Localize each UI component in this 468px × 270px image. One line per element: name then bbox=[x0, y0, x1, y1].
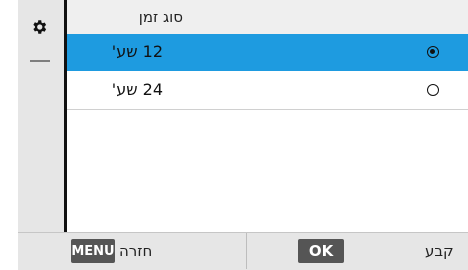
option-label: 24 שע' bbox=[111, 80, 163, 99]
menu-title: סוג זמן bbox=[138, 8, 183, 26]
secondary-tab-indicator[interactable] bbox=[30, 60, 50, 62]
gear-icon[interactable] bbox=[30, 18, 48, 36]
footer-divider bbox=[246, 233, 247, 269]
menu-title-bar: סוג זמן bbox=[67, 0, 468, 34]
ok-key-button[interactable]: OK bbox=[298, 239, 344, 263]
menu-key-button[interactable]: MENU bbox=[71, 239, 115, 263]
camera-settings-screen: סוג זמן 12 שע' 24 שע' MENU חזרה OK קבע bbox=[18, 0, 468, 270]
radio-unselected-icon[interactable] bbox=[427, 84, 439, 96]
radio-selected-icon[interactable] bbox=[427, 46, 439, 58]
side-tab-panel bbox=[18, 0, 65, 232]
back-label: חזרה bbox=[119, 242, 153, 260]
option-12-hour[interactable]: 12 שע' bbox=[67, 34, 468, 71]
option-label: 12 שע' bbox=[111, 42, 163, 61]
option-24-hour[interactable]: 24 שע' bbox=[67, 72, 468, 110]
set-label: קבע bbox=[425, 242, 454, 260]
